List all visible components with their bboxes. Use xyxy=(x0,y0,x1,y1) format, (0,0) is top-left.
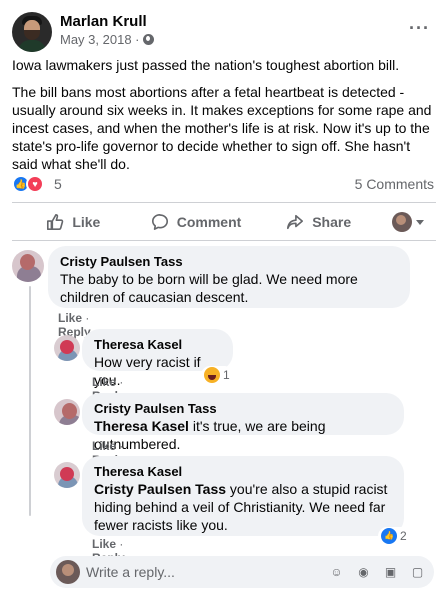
reply-placeholder: Write a reply... xyxy=(86,564,175,580)
like-label: Like xyxy=(72,214,101,230)
comment-text: Theresa Kasel it's true, we are being ou… xyxy=(94,417,392,453)
commenter-name[interactable]: Cristy Paulsen Tass xyxy=(60,254,398,270)
share-label: Share xyxy=(312,214,352,230)
reply-tools: ☺ ◉ ▣ ▢ xyxy=(328,563,426,580)
comment-button[interactable]: Comment xyxy=(135,206,258,238)
reaction-count[interactable]: 5 xyxy=(54,176,62,192)
author-name[interactable]: Marlan Krull xyxy=(60,13,147,30)
avatar-beard xyxy=(24,30,40,40)
reaction-count: 1 xyxy=(223,368,230,382)
commenter-name[interactable]: Cristy Paulsen Tass xyxy=(94,401,392,417)
avatar-head xyxy=(60,467,74,481)
post-text: Iowa lawmakers just passed the nation's … xyxy=(12,56,434,182)
globe-icon xyxy=(142,34,154,45)
share-icon xyxy=(287,214,304,230)
thumbs-up-icon xyxy=(47,213,64,231)
post-paragraph-1: Iowa lawmakers just passed the nation's … xyxy=(12,57,400,73)
divider xyxy=(12,240,436,241)
reaction-count: 2 xyxy=(400,529,407,543)
like-button[interactable]: Like xyxy=(12,206,135,238)
mention-link[interactable]: Cristy Paulsen Tass xyxy=(94,481,226,497)
avatar-head xyxy=(20,254,35,270)
comment-icon xyxy=(151,213,168,231)
commenter-name[interactable]: Theresa Kasel xyxy=(94,464,392,480)
commenter-avatar[interactable] xyxy=(54,399,80,425)
comment-text: The baby to be born will be glad. We nee… xyxy=(60,271,358,305)
comment-bubble: Theresa Kasel How very racist if you. xyxy=(82,329,233,388)
mention-link[interactable]: Theresa Kasel xyxy=(94,418,189,434)
divider xyxy=(12,202,436,203)
reaction-icons[interactable]: 👍 ♥ xyxy=(12,175,48,193)
comment-like-link[interactable]: Like xyxy=(92,375,116,389)
comment-reaction-pill[interactable]: 👍 2 xyxy=(378,527,410,545)
haha-reaction-icon xyxy=(204,367,220,383)
like-reaction-icon: 👍 xyxy=(381,528,397,544)
comment-like-link[interactable]: Like xyxy=(92,537,116,551)
commenter-name[interactable]: Theresa Kasel xyxy=(94,337,221,353)
viewer-avatar xyxy=(56,560,80,584)
camera-icon[interactable]: ◉ xyxy=(355,563,372,580)
comment-reaction-pill[interactable]: 1 xyxy=(201,366,233,384)
love-reaction-icon: ♥ xyxy=(26,175,44,193)
emoji-icon[interactable]: ☺ xyxy=(328,563,345,580)
comment-like-link[interactable]: Like xyxy=(58,311,82,325)
comment-bubble: Cristy Paulsen Tass Theresa Kasel it's t… xyxy=(82,393,404,452)
viewer-avatar xyxy=(392,212,413,232)
commenter-avatar[interactable] xyxy=(12,250,44,282)
comments-count[interactable]: 5 Comments xyxy=(355,176,434,192)
gif-icon[interactable]: ▣ xyxy=(382,563,399,580)
avatar-head xyxy=(62,403,77,419)
comment-text: Cristy Paulsen Tass you're also a stupid… xyxy=(94,480,392,534)
reply-input[interactable]: Write a reply... ☺ ◉ ▣ ▢ xyxy=(50,556,434,588)
reply-thread-line xyxy=(29,286,31,516)
comment-bubble: Cristy Paulsen Tass The baby to be born … xyxy=(48,246,410,308)
chevron-down-icon xyxy=(416,219,425,225)
commenter-avatar[interactable] xyxy=(54,462,80,488)
comment-label: Comment xyxy=(176,214,242,230)
share-button[interactable]: Share xyxy=(257,206,380,238)
post-meta: May 3, 2018 · xyxy=(60,32,154,47)
reaction-profile-selector[interactable] xyxy=(380,206,436,238)
avatar-shirt xyxy=(18,40,46,52)
sticker-icon[interactable]: ▢ xyxy=(409,563,426,580)
post-actions: Like Comment Share xyxy=(12,206,436,238)
author-avatar[interactable] xyxy=(12,12,52,52)
post-date[interactable]: May 3, 2018 · xyxy=(60,32,140,47)
comment-bubble: Theresa Kasel Cristy Paulsen Tass you're… xyxy=(82,456,404,536)
post-paragraph-2: The bill bans most abortions after a fet… xyxy=(12,84,432,172)
post-reactions: 👍 ♥ 5 5 Comments xyxy=(12,174,436,194)
avatar-head xyxy=(60,340,74,354)
commenter-avatar[interactable] xyxy=(54,335,80,361)
post-header: Marlan Krull May 3, 2018 · ··· xyxy=(12,10,436,52)
comment-like-link[interactable]: Like xyxy=(92,439,116,453)
more-icon[interactable]: ··· xyxy=(409,18,430,39)
